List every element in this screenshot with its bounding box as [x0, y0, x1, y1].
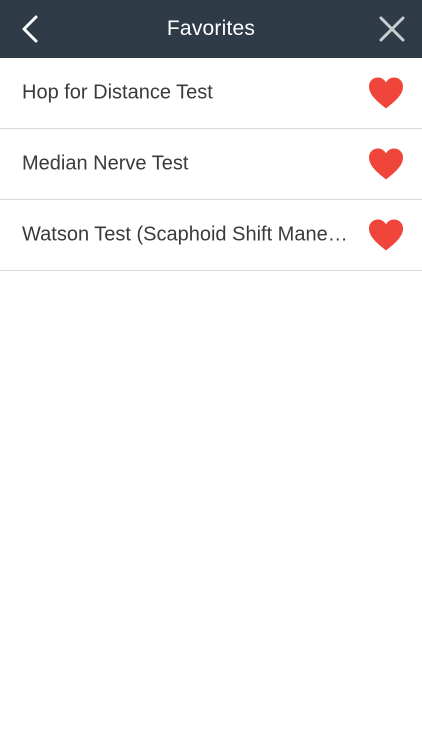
heart-icon[interactable]: [368, 148, 404, 181]
back-button[interactable]: [10, 9, 50, 49]
chevron-left-icon: [22, 15, 38, 43]
favorite-item-label: Median Nerve Test: [22, 152, 189, 175]
list-item[interactable]: Hop for Distance Test: [0, 58, 422, 129]
favorites-screen: Favorites Hop for Distance Test Median N…: [0, 0, 422, 750]
favorite-item-label: Watson Test (Scaphoid Shift Maneuver): [22, 223, 350, 246]
close-button[interactable]: [372, 9, 412, 49]
close-icon: [379, 16, 405, 42]
favorites-list: Hop for Distance Test Median Nerve Test …: [0, 58, 422, 271]
list-item[interactable]: Watson Test (Scaphoid Shift Maneuver): [0, 200, 422, 271]
heart-icon[interactable]: [368, 219, 404, 252]
heart-icon[interactable]: [368, 77, 404, 110]
list-item[interactable]: Median Nerve Test: [0, 129, 422, 200]
nav-bar: Favorites: [0, 0, 422, 58]
favorite-item-label: Hop for Distance Test: [22, 81, 213, 104]
page-title: Favorites: [166, 17, 256, 40]
